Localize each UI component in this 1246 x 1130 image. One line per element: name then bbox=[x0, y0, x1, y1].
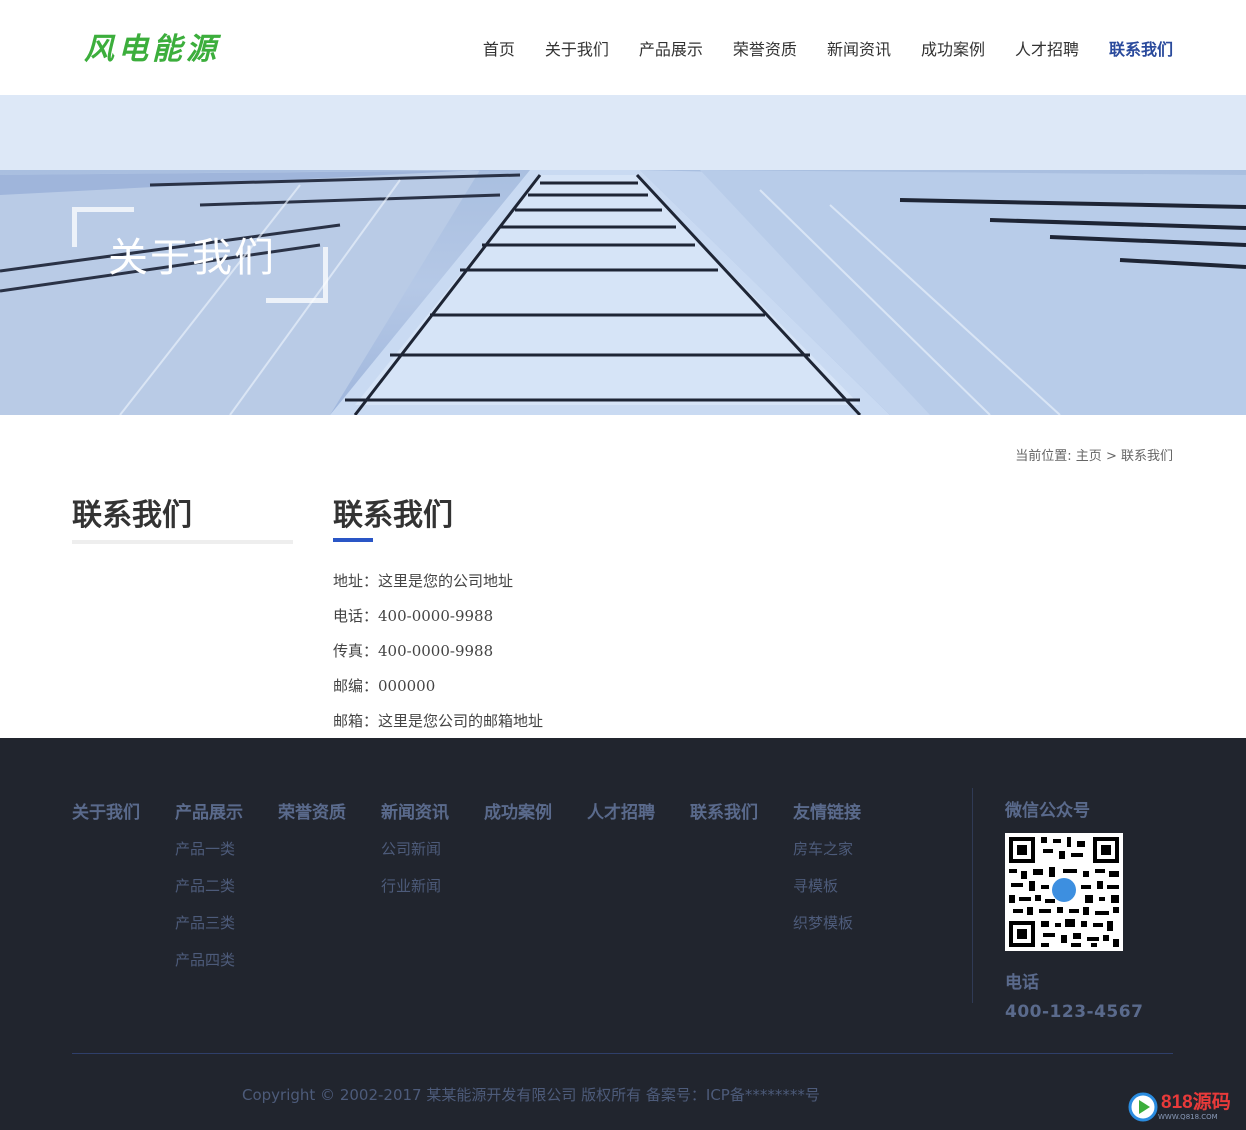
nav-jobs[interactable]: 人才招聘 bbox=[1015, 36, 1079, 60]
footer-col-contact: 联系我们 bbox=[690, 798, 758, 838]
breadcrumb-separator: > bbox=[1101, 449, 1121, 464]
footer-link-product-2[interactable]: 产品二类 bbox=[175, 875, 243, 896]
footer-col-products: 产品展示 产品一类 产品二类 产品三类 产品四类 bbox=[175, 798, 243, 986]
banner-title-frame: 关于我们 bbox=[72, 207, 328, 303]
title-underline bbox=[333, 538, 373, 542]
site-footer: 关于我们 产品展示 产品一类 产品二类 产品三类 产品四类 荣誉资质 新闻资讯 … bbox=[0, 738, 1246, 1130]
breadcrumb-prefix: 当前位置: bbox=[1015, 449, 1076, 464]
nav-home[interactable]: 首页 bbox=[483, 36, 515, 60]
breadcrumb-home-link[interactable]: 主页 bbox=[1076, 449, 1102, 464]
play-icon bbox=[1128, 1092, 1158, 1122]
footer-col-news: 新闻资讯 公司新闻 行业新闻 bbox=[381, 798, 449, 912]
main-nav: 首页 关于我们 产品展示 荣誉资质 新闻资讯 成功案例 人才招聘 联系我们 bbox=[453, 36, 1173, 60]
footer-link-news[interactable]: 新闻资讯 bbox=[381, 798, 449, 823]
footer-col-jobs: 人才招聘 bbox=[587, 798, 655, 838]
footer-link-products[interactable]: 产品展示 bbox=[175, 798, 243, 823]
breadcrumb: 当前位置: 主页 > 联系我们 bbox=[1015, 445, 1173, 464]
footer-link-product-4[interactable]: 产品四类 bbox=[175, 949, 243, 970]
footer-link-jobs[interactable]: 人才招聘 bbox=[587, 798, 655, 823]
footer-phone-number: 400-123-4567 bbox=[1005, 1002, 1144, 1022]
footer-link-honors[interactable]: 荣誉资质 bbox=[278, 798, 346, 823]
watermark-subtext: WWW.Q818.COM bbox=[1158, 1113, 1218, 1121]
footer-col-friend-links: 友情链接 房车之家 寻模板 织梦模板 bbox=[793, 798, 861, 949]
footer-link-contact[interactable]: 联系我们 bbox=[690, 798, 758, 823]
footer-link-company-news[interactable]: 公司新闻 bbox=[381, 838, 449, 859]
nav-news[interactable]: 新闻资讯 bbox=[827, 36, 891, 60]
wechat-qr-code bbox=[1005, 833, 1123, 951]
nav-honors[interactable]: 荣誉资质 bbox=[733, 36, 797, 60]
nav-contact[interactable]: 联系我们 bbox=[1109, 36, 1173, 60]
footer-friend-links-title: 友情链接 bbox=[793, 803, 861, 823]
nav-products[interactable]: 产品展示 bbox=[639, 36, 703, 60]
footer-friend-link-1[interactable]: 房车之家 bbox=[793, 838, 861, 859]
footer-col-about: 关于我们 bbox=[72, 798, 140, 838]
footer-col-honors: 荣誉资质 bbox=[278, 798, 346, 838]
contact-postcode: 邮编：000000 bbox=[333, 677, 436, 695]
breadcrumb-current[interactable]: 联系我们 bbox=[1121, 449, 1173, 464]
footer-separator-line bbox=[72, 1053, 1173, 1054]
wechat-section: 微信公众号 bbox=[1005, 796, 1090, 821]
watermark-logo: 818源码 WWW.Q818.COM bbox=[1128, 1092, 1231, 1122]
footer-friend-link-3[interactable]: 织梦模板 bbox=[793, 912, 861, 933]
footer-link-about[interactable]: 关于我们 bbox=[72, 798, 140, 823]
banner-title: 关于我们 bbox=[108, 235, 276, 281]
footer-friend-link-2[interactable]: 寻模板 bbox=[793, 875, 861, 896]
footer-divider bbox=[972, 788, 973, 1003]
watermark-text: 818源码 bbox=[1161, 1092, 1231, 1113]
sidebar-title: 联系我们 bbox=[72, 490, 293, 544]
wechat-title: 微信公众号 bbox=[1005, 801, 1090, 821]
contact-fax: 传真：400-0000-9988 bbox=[333, 642, 494, 660]
contact-address: 地址：这里是您的公司地址 bbox=[333, 572, 514, 590]
contact-phone: 电话：400-0000-9988 bbox=[333, 607, 494, 625]
site-logo[interactable]: 风电能源 bbox=[84, 24, 220, 68]
footer-link-product-1[interactable]: 产品一类 bbox=[175, 838, 243, 859]
contact-info-list: 地址：这里是您的公司地址 电话：400-0000-9988 传真：400-000… bbox=[333, 570, 543, 745]
site-header: 风电能源 首页 关于我们 产品展示 荣誉资质 新闻资讯 成功案例 人才招聘 联系… bbox=[0, 0, 1246, 95]
footer-phone-label: 电话 bbox=[1005, 973, 1039, 993]
nav-about[interactable]: 关于我们 bbox=[545, 36, 609, 60]
footer-link-product-3[interactable]: 产品三类 bbox=[175, 912, 243, 933]
footer-link-cases[interactable]: 成功案例 bbox=[484, 798, 552, 823]
page-banner: 关于我们 bbox=[0, 95, 1246, 415]
copyright-text: Copyright © 2002-2017 某某能源开发有限公司 版权所有 备案… bbox=[242, 1086, 820, 1104]
footer-link-industry-news[interactable]: 行业新闻 bbox=[381, 875, 449, 896]
page-title: 联系我们 bbox=[333, 498, 453, 533]
footer-col-cases: 成功案例 bbox=[484, 798, 552, 838]
nav-cases[interactable]: 成功案例 bbox=[921, 36, 985, 60]
